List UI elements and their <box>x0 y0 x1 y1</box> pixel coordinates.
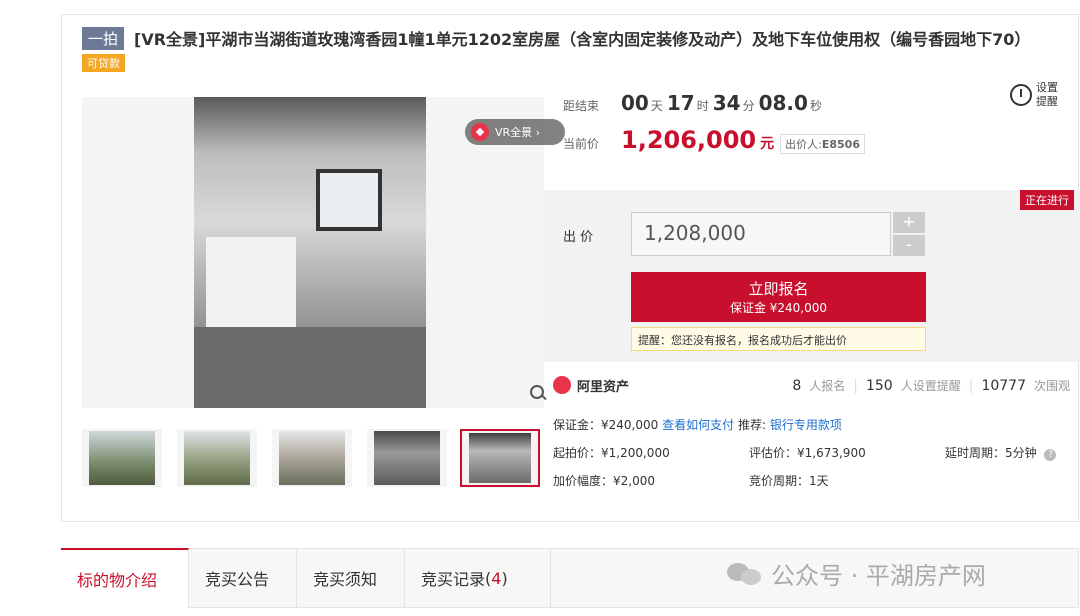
wechat-icon <box>727 561 763 587</box>
main-photo[interactable]: VR全景 › <box>82 97 565 408</box>
ali-assets-logo: 阿里资产 <box>553 376 629 395</box>
vr-label: VR全景 › <box>495 126 541 139</box>
view-count: 10777 <box>981 377 1026 394</box>
thumbnail-image <box>89 431 155 485</box>
divider: | <box>853 377 858 394</box>
thumbnail-strip <box>82 429 544 487</box>
property-photo <box>194 97 426 408</box>
bid-panel: 正在进行 出 价 1,208,000 + - 立即报名 保证金 ¥240,000… <box>543 190 1080 362</box>
tab-paren: ) <box>501 568 508 588</box>
increase-bid-button[interactable]: + <box>893 212 925 233</box>
alarm-clock-icon <box>1010 84 1032 106</box>
countdown-days: 00 <box>621 91 649 115</box>
page-title: [VR全景]平湖市当湖街道玫瑰湾香园1幢1单元1202室房屋（含室内固定装修及动… <box>134 30 1031 49</box>
tab-bid-records-label: 竞买记录 <box>421 570 486 589</box>
bid-increment: 加价幅度：¥2,000 <box>553 474 655 488</box>
status-badge: 正在进行 <box>1020 190 1074 210</box>
bidder-label: 出价人: <box>785 138 822 151</box>
price-unit: 元 <box>760 136 775 152</box>
info-row: 保证金：¥240,000 查看如何支付 推荐: 银行专用款项 <box>553 416 1073 444</box>
how-to-pay-link[interactable]: 查看如何支付 <box>662 418 734 432</box>
price-label: 当前价 <box>563 137 600 151</box>
deposit-text: 保证金：¥240,000 <box>553 418 659 432</box>
signup-hint: 提醒：您还没有报名，报名成功后才能出价 <box>631 327 926 351</box>
signup-count: 8 <box>792 377 802 394</box>
ali-assets-icon <box>553 376 571 394</box>
auction-round-badge: 一拍 <box>82 26 125 50</box>
stats-bar: 阿里资产 8 人报名 | 150 人设置提醒 | 10777 次围观 <box>543 371 1080 399</box>
days-unit: 天 <box>650 99 663 113</box>
thumbnail[interactable] <box>177 429 257 487</box>
auction-info: 保证金：¥240,000 查看如何支付 推荐: 银行专用款项 起拍价：¥1,20… <box>553 416 1073 500</box>
thumbnail-image <box>184 431 250 485</box>
bidder-badge: 出价人:E8506 <box>780 134 865 154</box>
countdown-hours: 17 <box>666 91 695 115</box>
thumbnail-image <box>279 431 345 485</box>
auction-card: 一拍 [VR全景]平湖市当湖街道玫瑰湾香园1幢1单元1202室房屋（含室内固定装… <box>61 14 1080 522</box>
info-row: 加价幅度：¥2,000 竞价周期：1天 <box>553 472 1073 500</box>
bank-payment-link[interactable]: 银行专用款项 <box>770 418 842 432</box>
start-price: 起拍价：¥1,200,000 <box>553 446 670 460</box>
thumbnail[interactable] <box>82 429 162 487</box>
brand-name: 阿里资产 <box>577 379 630 395</box>
price-value: 1,206,000 <box>621 126 757 154</box>
thumbnail[interactable] <box>272 429 352 487</box>
tab-item-intro[interactable]: 标的物介绍 <box>61 548 189 608</box>
delay-period: 延时周期：5分钟 ? <box>945 444 1057 461</box>
vr-button[interactable]: VR全景 › <box>465 119 565 145</box>
bid-period: 竞价周期：1天 <box>749 474 829 488</box>
reminder-unit: 人设置提醒 <box>900 378 961 393</box>
recommend-label: 推荐: <box>737 418 766 432</box>
signup-unit: 人报名 <box>809 378 846 393</box>
loan-badge: 可贷款 <box>82 54 125 72</box>
estimate-price: 评估价：¥1,673,900 <box>749 446 866 460</box>
deposit-info: 保证金：¥240,000 查看如何支付 推荐: 银行专用款项 <box>553 416 842 433</box>
countdown-minutes: 34 <box>712 91 741 115</box>
bid-amount-input[interactable]: 1,208,000 <box>631 212 891 256</box>
stat-counts: 8 人报名 | 150 人设置提醒 | 10777 次围观 <box>792 377 1070 394</box>
delay-text: 延时周期：5分钟 <box>945 446 1037 460</box>
bid-record-count: 4 <box>491 568 502 588</box>
photo-window <box>316 169 382 231</box>
reminder-count: 150 <box>865 377 893 394</box>
hours-unit: 时 <box>696 99 709 113</box>
tab-announcement[interactable]: 竞买公告 <box>189 548 297 608</box>
reminder-label: 设置提醒 <box>1036 81 1058 108</box>
current-price: 当前价 1,206,000 元 出价人:E8506 <box>563 126 865 154</box>
countdown-label: 距结束 <box>563 99 600 113</box>
countdown-seconds: 08.0 <box>758 91 808 115</box>
bid-stepper: + - <box>893 212 925 256</box>
seconds-unit: 秒 <box>809 99 822 113</box>
decrease-bid-button[interactable]: - <box>893 235 925 256</box>
thumbnail-image <box>469 433 531 483</box>
thumbnail-active[interactable] <box>460 429 540 487</box>
set-reminder-button[interactable]: 设置提醒 <box>1010 81 1064 109</box>
bidder-id: E8506 <box>821 138 860 151</box>
countdown: 距结束 00 天 17 时 34 分 08.0 秒 <box>563 91 826 115</box>
signup-button[interactable]: 立即报名 保证金 ¥240,000 <box>631 272 926 322</box>
minutes-unit: 分 <box>742 99 755 113</box>
thumbnail-image <box>374 431 440 485</box>
deposit-label: 保证金 ¥240,000 <box>729 301 828 315</box>
bid-label: 出 价 <box>563 230 594 245</box>
detail-tabs: 标的物介绍 竞买公告 竞买须知 竞买记录(4) 公众号 · 平湖房产网 <box>61 548 1079 608</box>
vr-icon <box>471 123 489 141</box>
tab-bidding-notice[interactable]: 竞买须知 <box>297 548 405 608</box>
watermark: 公众号 · 平湖房产网 <box>727 556 986 591</box>
title-row: 一拍 [VR全景]平湖市当湖街道玫瑰湾香园1幢1单元1202室房屋（含室内固定装… <box>82 25 1062 51</box>
help-icon[interactable]: ? <box>1044 449 1057 461</box>
photo-counter <box>206 237 296 327</box>
photo-floor <box>194 327 426 408</box>
watermark-text: 公众号 · 平湖房产网 <box>771 562 986 590</box>
view-unit: 次围观 <box>1033 378 1070 393</box>
divider: | <box>968 377 974 394</box>
signup-label: 立即报名 <box>748 280 809 298</box>
tab-bid-records[interactable]: 竞买记录(4) <box>405 548 551 608</box>
thumbnail[interactable] <box>367 429 447 487</box>
info-row: 起拍价：¥1,200,000 评估价：¥1,673,900 延时周期：5分钟 ? <box>553 444 1073 472</box>
